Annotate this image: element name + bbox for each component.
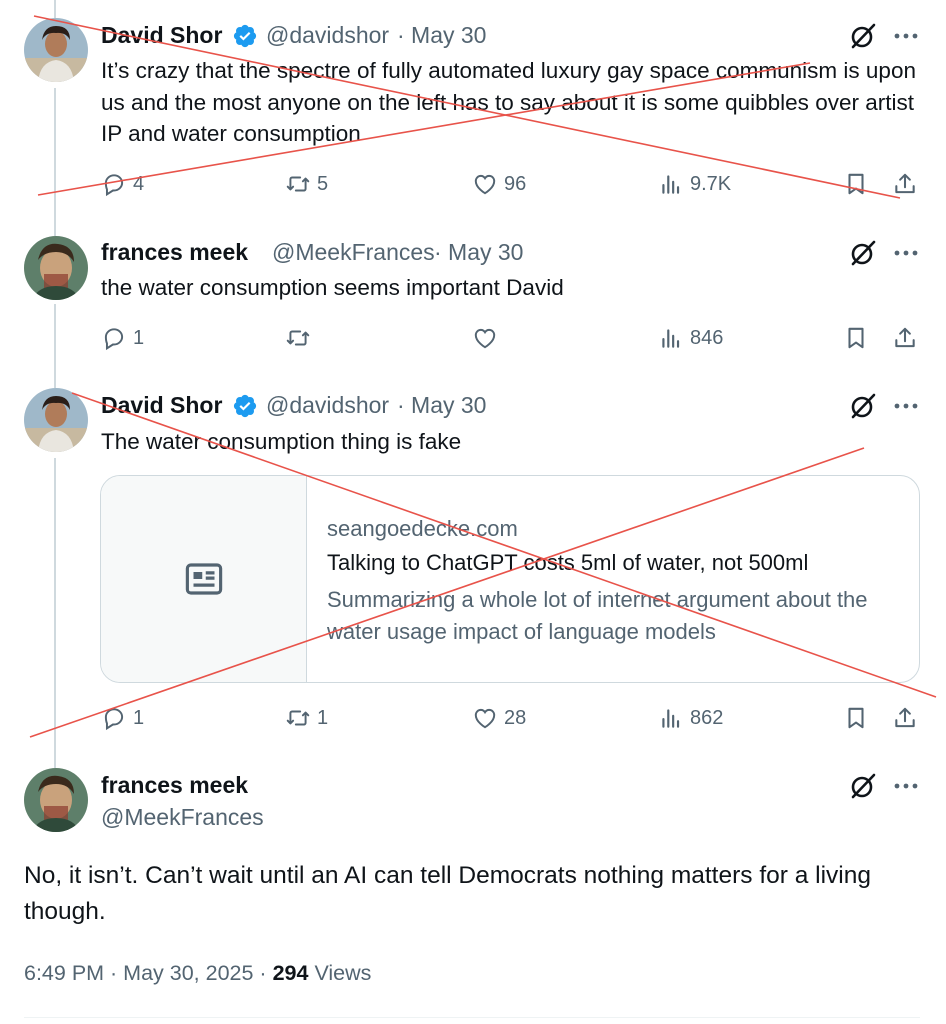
- link-card-title: Talking to ChatGPT costs 5ml of water, n…: [327, 550, 809, 575]
- reply-button[interactable]: 4: [101, 169, 144, 199]
- bookmark-icon: [848, 173, 864, 195]
- views-icon: [662, 329, 680, 348]
- divider: [24, 1017, 920, 1018]
- retweet-button[interactable]: [285, 323, 317, 353]
- author-handle[interactable]: @MeekFrances: [101, 804, 264, 831]
- thread-line: [54, 88, 56, 236]
- tweet-timestamp[interactable]: 6:49 PM · May 30, 2025 · 294 Views: [24, 961, 371, 986]
- views-count: 862: [690, 706, 724, 729]
- tweet-date[interactable]: · May 30: [434, 239, 523, 266]
- views-button[interactable]: 9.7K: [658, 169, 731, 199]
- retweet-count: 1: [317, 706, 329, 729]
- more-icon[interactable]: [892, 22, 920, 50]
- author-name[interactable]: David Shor: [101, 22, 222, 49]
- share-button[interactable]: [892, 169, 918, 199]
- grok-icon[interactable]: [849, 239, 877, 267]
- like-count: 28: [504, 706, 527, 729]
- reply-icon: [104, 174, 124, 197]
- thread-line: [54, 304, 56, 388]
- tweet-text: the water consumption seems important Da…: [101, 275, 564, 300]
- share-icon: [895, 707, 915, 728]
- tweet-date[interactable]: · May 30: [397, 392, 486, 419]
- reply-icon: [104, 328, 124, 351]
- like-button[interactable]: 96: [472, 169, 526, 199]
- more-icon[interactable]: [892, 392, 920, 420]
- retweet-icon: [286, 330, 310, 346]
- views-count: 846: [690, 326, 724, 349]
- views-icon: [662, 175, 680, 194]
- views-button[interactable]: 862: [658, 703, 723, 733]
- views-count: 9.7K: [690, 172, 732, 195]
- grok-icon[interactable]: [849, 392, 877, 420]
- reply-button[interactable]: 1: [101, 323, 144, 353]
- avatar[interactable]: [24, 768, 88, 832]
- tweet-text: It’s crazy that the spectre of fully aut…: [101, 58, 916, 146]
- more-icon[interactable]: [892, 239, 920, 267]
- views-count: 294: [272, 961, 309, 985]
- share-button[interactable]: [892, 703, 918, 733]
- thread-line: [54, 458, 56, 768]
- tweet-time[interactable]: 6:49 PM · May 30, 2025 ·: [24, 961, 267, 985]
- author-handle[interactable]: @MeekFrances: [272, 239, 435, 266]
- grok-icon[interactable]: [849, 772, 877, 800]
- link-card-domain: seangoedecke.com: [327, 516, 518, 541]
- author-name[interactable]: frances meek: [101, 239, 248, 266]
- more-icon[interactable]: [892, 772, 920, 800]
- avatar[interactable]: [24, 388, 88, 452]
- reply-count: 1: [133, 706, 145, 729]
- tweet-text: The water consumption thing is fake: [101, 429, 462, 454]
- like-icon: [474, 174, 496, 195]
- link-card-description: Summarizing a whole lot of internet argu…: [327, 587, 868, 644]
- author-handle[interactable]: @davidshor: [266, 392, 389, 419]
- avatar[interactable]: [24, 236, 88, 300]
- like-button[interactable]: [472, 323, 504, 353]
- like-icon: [474, 328, 496, 349]
- author-name[interactable]: frances meek: [101, 772, 248, 799]
- tweet-text: No, it isn’t. Can’t wait until an AI can…: [24, 862, 871, 925]
- reply-icon: [104, 708, 124, 731]
- reply-count: 4: [133, 172, 145, 195]
- bookmark-button[interactable]: [843, 169, 869, 199]
- avatar[interactable]: [24, 18, 88, 82]
- retweet-button[interactable]: 1: [285, 703, 328, 733]
- thread-line: [54, 0, 56, 18]
- retweet-button[interactable]: 5: [285, 169, 328, 199]
- author-name[interactable]: David Shor: [101, 392, 222, 419]
- reply-count: 1: [133, 326, 145, 349]
- views-button[interactable]: 846: [658, 323, 723, 353]
- like-count: 96: [504, 172, 527, 195]
- views-icon: [662, 709, 680, 728]
- views-label: Views: [314, 961, 372, 985]
- retweet-count: 5: [317, 172, 329, 195]
- grok-icon[interactable]: [849, 22, 877, 50]
- bookmark-button[interactable]: [843, 703, 869, 733]
- like-icon: [474, 708, 496, 729]
- share-button[interactable]: [892, 323, 918, 353]
- reply-button[interactable]: 1: [101, 703, 144, 733]
- bookmark-button[interactable]: [843, 323, 869, 353]
- share-icon: [895, 173, 915, 194]
- share-icon: [895, 327, 915, 348]
- verified-badge-icon: [233, 394, 257, 418]
- link-card-thumbnail: [101, 476, 307, 682]
- retweet-icon: [286, 176, 310, 192]
- tweet-date[interactable]: · May 30: [397, 22, 486, 49]
- bookmark-icon: [848, 707, 864, 729]
- link-card[interactable]: seangoedecke.com Talking to ChatGPT cost…: [100, 475, 920, 683]
- verified-badge-icon: [233, 24, 257, 48]
- like-button[interactable]: 28: [472, 703, 526, 733]
- bookmark-icon: [848, 327, 864, 349]
- article-icon: [185, 563, 223, 595]
- author-handle[interactable]: @davidshor: [266, 22, 389, 49]
- retweet-icon: [286, 710, 310, 726]
